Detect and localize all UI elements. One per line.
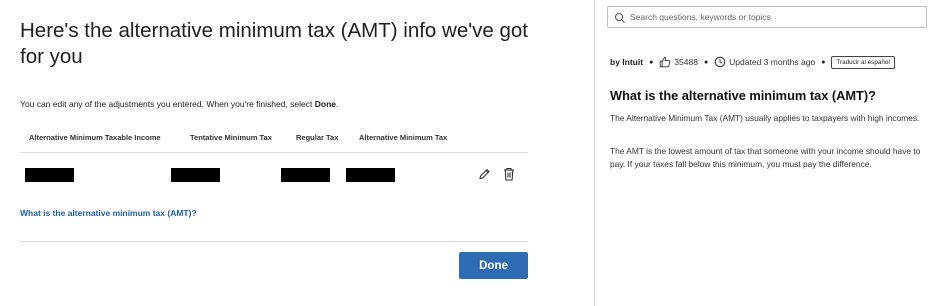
redacted-value-amt (346, 168, 395, 182)
what-is-amt-link[interactable]: What is the alternative minimum tax (AMT… (20, 208, 197, 218)
redacted-value-regular-tax (281, 168, 330, 182)
footer-divider (20, 241, 528, 242)
column-header-regular-tax: Regular Tax (296, 133, 339, 142)
meta-separator: ● (821, 58, 826, 66)
intro-done-emphasis: Done (314, 99, 336, 109)
byline: by Intuit (610, 57, 644, 67)
article-title: What is the alternative minimum tax (AMT… (610, 88, 876, 103)
redacted-value-tentative-minimum-tax (171, 168, 220, 182)
thumbs-up-icon[interactable] (659, 56, 671, 68)
help-sidebar: by Intuit ● 35488 ● Updated 3 months ago… (595, 0, 936, 306)
search-input[interactable] (630, 9, 920, 25)
table-header-divider (20, 152, 528, 153)
redacted-value-amti (25, 168, 74, 182)
article-paragraph: The Alternative Minimum Tax (AMT) usuall… (610, 113, 920, 123)
column-header-amti: Alternative Minimum Taxable Income (29, 133, 161, 142)
translate-button[interactable]: Traducir al español (831, 55, 895, 69)
like-count: 35488 (674, 57, 698, 67)
trash-icon[interactable] (502, 166, 516, 182)
search-icon (614, 11, 626, 23)
article-meta: by Intuit ● 35488 ● Updated 3 months ago… (610, 55, 895, 69)
meta-separator: ● (703, 58, 709, 66)
clock-icon (714, 56, 726, 68)
search-box[interactable] (607, 6, 927, 28)
meta-separator: ● (649, 58, 654, 66)
column-header-amt: Alternative Minimum Tax (359, 133, 448, 142)
intro-prefix: You can edit any of the adjustments you … (20, 99, 315, 109)
article-paragraph: The AMT is the lowest amount of tax that… (610, 146, 921, 169)
main-panel: Here's the alternative minimum tax (AMT)… (0, 0, 594, 306)
page-title: Here's the alternative minimum tax (AMT)… (20, 19, 528, 68)
column-header-tentative-minimum-tax: Tentative Minimum Tax (190, 133, 272, 142)
done-button[interactable]: Done (459, 252, 528, 279)
intro-text: You can edit any of the adjustments you … (20, 99, 338, 109)
pencil-icon[interactable] (477, 166, 491, 182)
intro-suffix: . (336, 99, 339, 109)
updated-text: Updated 3 months ago (729, 57, 816, 67)
